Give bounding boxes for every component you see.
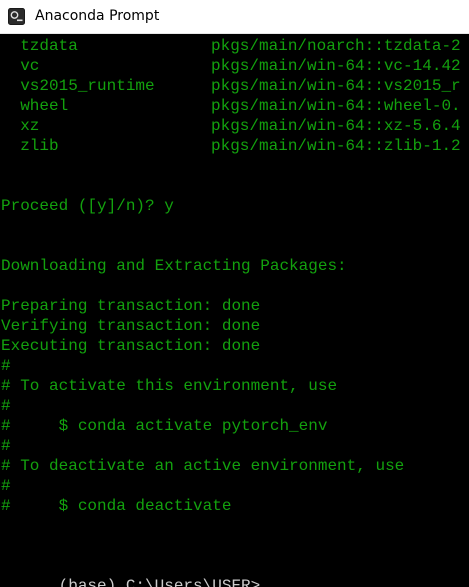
package-source: pkgs/main/noarch::tzdata-2: [211, 37, 461, 55]
command-prompt-line[interactable]: (base) C:\Users\USER>: [1, 556, 269, 587]
title-bar[interactable]: Anaconda Prompt: [0, 0, 469, 34]
package-name: tzdata: [1, 37, 78, 55]
package-source: pkgs/main/win-64::vc-14.42: [211, 57, 461, 75]
verifying-line: Verifying transaction: done: [1, 317, 261, 335]
comment-line: #: [1, 477, 11, 495]
prompt-text: (base) C:\Users\USER>: [58, 577, 261, 587]
proceed-prompt-line: Proceed ([y]/n)? y: [1, 197, 174, 215]
package-name: vc: [1, 57, 40, 75]
package-row: wheel pkgs/main/win-64::wheel-0.: [1, 96, 460, 116]
comment-line: #: [1, 397, 11, 415]
package-row: zlib pkgs/main/win-64::zlib-1.2: [1, 136, 460, 156]
package-row: vs2015_runtime pkgs/main/win-64::vs2015_…: [1, 76, 460, 96]
package-source: pkgs/main/win-64::wheel-0.: [211, 97, 461, 115]
anaconda-prompt-window: Anaconda Prompt tzdata pkgs/main/noarch:…: [0, 0, 469, 587]
package-row: xz pkgs/main/win-64::xz-5.6.4: [1, 116, 460, 136]
deactivate-command-line: # $ conda deactivate: [1, 497, 232, 515]
package-source: pkgs/main/win-64::vs2015_r: [211, 77, 461, 95]
downloading-line: Downloading and Extracting Packages:: [1, 257, 347, 275]
comment-line: #: [1, 357, 11, 375]
package-row: vc pkgs/main/win-64::vc-14.42: [1, 56, 460, 76]
window-title: Anaconda Prompt: [35, 8, 160, 24]
package-name: wheel: [1, 97, 69, 115]
activate-command-line: # $ conda activate pytorch_env: [1, 417, 328, 435]
console-output[interactable]: tzdata pkgs/main/noarch::tzdata-2 vc pkg…: [0, 34, 469, 587]
activate-note-line: # To activate this environment, use: [1, 377, 338, 395]
deactivate-note-line: # To deactivate an active environment, u…: [1, 457, 405, 475]
package-name: vs2015_runtime: [1, 77, 155, 95]
terminal-icon: [8, 8, 25, 25]
executing-line: Executing transaction: done: [1, 337, 261, 355]
preparing-line: Preparing transaction: done: [1, 297, 261, 315]
comment-line: #: [1, 437, 11, 455]
package-name: xz: [1, 117, 40, 135]
package-source: pkgs/main/win-64::zlib-1.2: [211, 137, 461, 155]
package-name: zlib: [1, 137, 59, 155]
package-source: pkgs/main/win-64::xz-5.6.4: [211, 117, 461, 135]
package-row: tzdata pkgs/main/noarch::tzdata-2: [1, 36, 460, 56]
